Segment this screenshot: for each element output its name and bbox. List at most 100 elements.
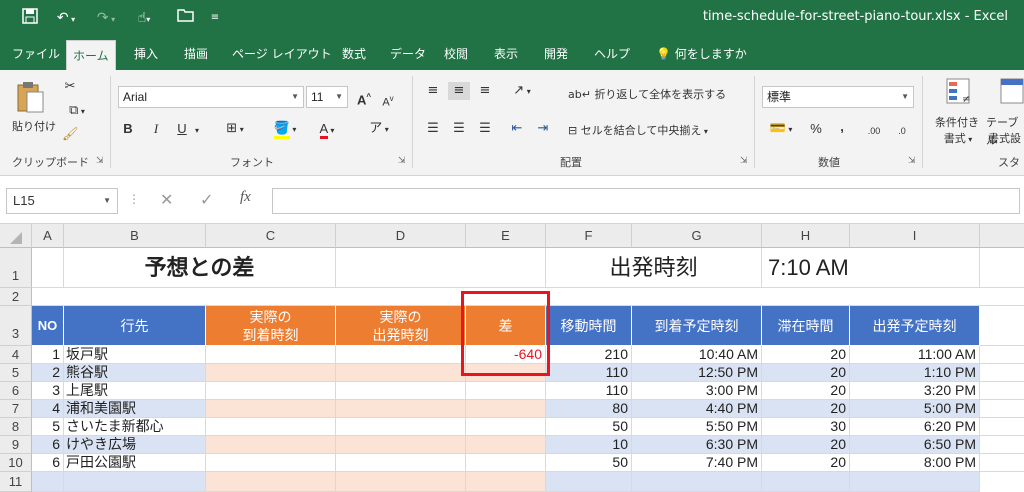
format-as-table-icon[interactable]: [1000, 78, 1024, 112]
row-header-7[interactable]: 7: [0, 400, 32, 418]
cell-planned-departure[interactable]: 6:50 PM: [850, 436, 980, 454]
cell-planned-arrival[interactable]: 6:30 PM: [632, 436, 762, 454]
cell-planned-arrival[interactable]: 12:50 PM: [632, 364, 762, 382]
cell-row-number[interactable]: 2: [32, 364, 64, 382]
phonetic-icon[interactable]: ア ▾: [364, 120, 394, 139]
cell-stay-time[interactable]: 20: [762, 436, 850, 454]
currency-icon[interactable]: 💳 ▾: [764, 120, 798, 139]
cell-actual-arrival[interactable]: [206, 454, 336, 472]
cell-row-number[interactable]: 6: [32, 454, 64, 472]
cell-planned-departure[interactable]: 3:20 PM: [850, 382, 980, 400]
column-header-a[interactable]: A: [32, 224, 64, 248]
sheet-title[interactable]: 予想との差: [64, 248, 336, 288]
tell-me-search[interactable]: 💡 何をしますか: [650, 38, 753, 70]
cell-j1[interactable]: [980, 248, 1024, 288]
cell-planned-arrival[interactable]: 3:00 PM: [632, 382, 762, 400]
enter-icon[interactable]: ✓: [200, 190, 213, 209]
column-header-f[interactable]: F: [546, 224, 632, 248]
row-header-2[interactable]: 2: [0, 288, 32, 306]
header-stay-time[interactable]: 滞在時間: [762, 306, 850, 346]
cell-travel-time[interactable]: 50: [546, 454, 632, 472]
header-actual-arrival[interactable]: 実際の 到着時刻: [206, 306, 336, 346]
paste-icon[interactable]: [12, 80, 48, 120]
number-format-select[interactable]: 標準 ▼: [762, 86, 914, 108]
select-all-corner[interactable]: [0, 224, 32, 248]
cell-planned-departure[interactable]: 1:10 PM: [850, 364, 980, 382]
cell-planned-departure[interactable]: 6:20 PM: [850, 418, 980, 436]
name-box[interactable]: L15 ▼: [6, 188, 118, 214]
cell-travel-time[interactable]: 50: [546, 418, 632, 436]
cell-planned-arrival[interactable]: 4:40 PM: [632, 400, 762, 418]
italic-button[interactable]: I: [148, 120, 164, 138]
row-header-10[interactable]: 10: [0, 454, 32, 472]
column-header-g[interactable]: G: [632, 224, 762, 248]
header-travel-time[interactable]: 移動時間: [546, 306, 632, 346]
cell-actual-arrival[interactable]: [206, 400, 336, 418]
cut-icon[interactable]: ✂: [62, 78, 78, 96]
cell-c11[interactable]: [206, 472, 336, 492]
cell-destination[interactable]: 上尾駅: [64, 382, 206, 400]
tab-home[interactable]: ホーム: [66, 40, 116, 70]
insert-function-icon[interactable]: fx: [240, 189, 251, 206]
cell-row-number[interactable]: 4: [32, 400, 64, 418]
touch-mode-icon[interactable]: ☝▾: [132, 8, 156, 28]
column-header-c[interactable]: C: [206, 224, 336, 248]
cell-stay-time[interactable]: 20: [762, 346, 850, 364]
header-no[interactable]: NO: [32, 306, 64, 346]
tab-file[interactable]: ファイル: [6, 38, 66, 70]
alignment-launcher-icon[interactable]: ⇲: [740, 156, 748, 166]
cell-travel-time[interactable]: 110: [546, 364, 632, 382]
cell-travel-time[interactable]: 10: [546, 436, 632, 454]
clipboard-launcher-icon[interactable]: ⇲: [96, 156, 104, 166]
increase-decimal-button[interactable]: .00: [864, 122, 884, 140]
merge-center-button[interactable]: ⊟ セルを結合して中央揃え ▾: [568, 122, 748, 141]
cell-j[interactable]: [980, 418, 1024, 436]
row-header-5[interactable]: 5: [0, 364, 32, 382]
tab-page-layout[interactable]: ページ レイアウト: [226, 38, 338, 70]
cell-row-number[interactable]: 5: [32, 418, 64, 436]
cell-stay-time[interactable]: 20: [762, 382, 850, 400]
cell-destination[interactable]: 熊谷駅: [64, 364, 206, 382]
column-header-b[interactable]: B: [64, 224, 206, 248]
cell-j3[interactable]: [980, 306, 1024, 346]
cell-destination[interactable]: けやき広場: [64, 436, 206, 454]
cell-d1[interactable]: [336, 248, 546, 288]
align-left-icon[interactable]: ☰: [424, 120, 442, 138]
header-actual-departure[interactable]: 実際の 出発時刻: [336, 306, 466, 346]
cell-h11[interactable]: [762, 472, 850, 492]
cell-a1[interactable]: [32, 248, 64, 288]
tab-developer[interactable]: 開発: [538, 38, 574, 70]
cell-row-number[interactable]: 6: [32, 436, 64, 454]
cell-travel-time[interactable]: 80: [546, 400, 632, 418]
cell-difference[interactable]: [466, 382, 546, 400]
column-header-e[interactable]: E: [466, 224, 546, 248]
open-icon[interactable]: [176, 8, 196, 28]
cell-e11[interactable]: [466, 472, 546, 492]
cell-actual-arrival[interactable]: [206, 382, 336, 400]
column-header-i[interactable]: I: [850, 224, 980, 248]
fill-color-icon[interactable]: 🪣 ▾: [270, 120, 300, 139]
cell-stay-time[interactable]: 30: [762, 418, 850, 436]
cell-destination[interactable]: 坂戸駅: [64, 346, 206, 364]
increase-indent-icon[interactable]: ⇥: [534, 120, 552, 138]
row-header-8[interactable]: 8: [0, 418, 32, 436]
conditional-format-icon[interactable]: ≠: [944, 78, 974, 112]
customize-icon[interactable]: ≡: [208, 8, 222, 28]
cell-i11[interactable]: [850, 472, 980, 492]
column-header-h[interactable]: H: [762, 224, 850, 248]
font-name-select[interactable]: Arial ▼: [118, 86, 304, 108]
format-painter-icon[interactable]: 🖌: [62, 126, 79, 144]
cell-j[interactable]: [980, 400, 1024, 418]
orientation-icon[interactable]: ↗ ▾: [506, 82, 538, 101]
align-top-icon[interactable]: ≡: [424, 82, 442, 100]
underline-button[interactable]: U: [174, 120, 190, 138]
cell-planned-departure[interactable]: 5:00 PM: [850, 400, 980, 418]
cell-planned-departure[interactable]: 11:00 AM: [850, 346, 980, 364]
cell-actual-departure[interactable]: [336, 382, 466, 400]
font-color-icon[interactable]: A ▾: [312, 120, 342, 140]
cell-difference[interactable]: [466, 436, 546, 454]
cell-actual-arrival[interactable]: [206, 436, 336, 454]
cell-difference[interactable]: [466, 418, 546, 436]
start-time-value[interactable]: 7:10 AM: [762, 248, 980, 288]
cell-d11[interactable]: [336, 472, 466, 492]
